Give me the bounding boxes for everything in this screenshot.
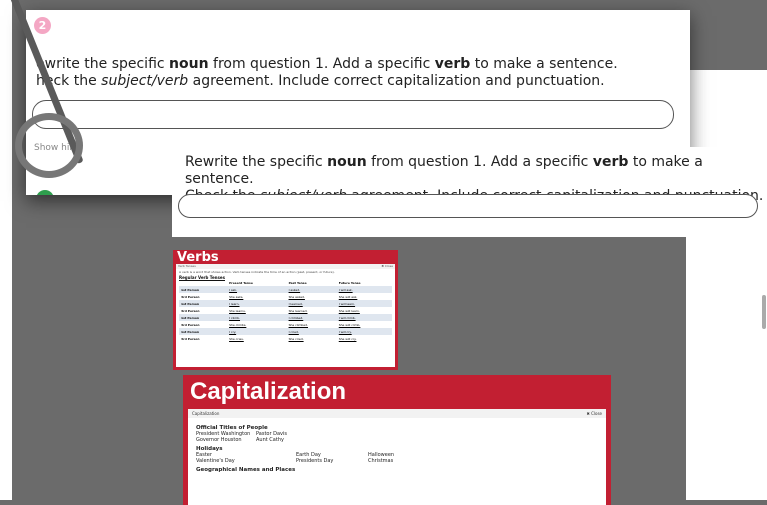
question-number-badge: 2	[34, 17, 51, 34]
question-prompt: ewrite the specific noun from question 1…	[36, 56, 618, 89]
verbs-table: Present Tense Past Tense Future Tense 1s…	[179, 280, 392, 342]
capitalization-title: Capitalization	[190, 378, 347, 405]
verbs-close-button[interactable]: ✖ Close	[381, 264, 393, 269]
answer-input[interactable]	[178, 194, 758, 218]
next-question-badge	[36, 190, 54, 195]
table-row: 1st Person I climb. I climbed. I will climb…	[179, 314, 392, 321]
capitalization-panel-label: Capitalization	[192, 411, 220, 416]
page-right-strip	[686, 70, 767, 500]
table-row: 3rd Person She learns. She learned. She wil…	[181, 308, 360, 313]
list-item: Valentine's Day Presidents Day Christmas	[196, 458, 394, 464]
annotation-circle	[15, 113, 83, 178]
table-row: 1st Person I learn. I learned. I will learn…	[179, 300, 392, 307]
table-row: 1st Person I cry. I cried. I will cry.	[179, 328, 392, 335]
verbs-title: Verbs	[177, 250, 219, 265]
section-heading: Geographical Names and Places	[196, 467, 296, 473]
page-left-strip	[0, 0, 12, 500]
question-card-front: Rewrite the specific noun from question …	[172, 147, 767, 237]
capitalization-close-button[interactable]: ✖ Close	[586, 411, 602, 416]
scrollbar-thumb[interactable]	[762, 295, 766, 329]
list-item: Governor Houston Aunt Cathy	[196, 437, 284, 443]
capitalization-reference: Capitalization Capitalization ✖ Close Off…	[183, 375, 611, 505]
table-row: 3rd Person She climbs. She climbed. She wil…	[181, 322, 361, 327]
verbs-panel: Verb Tenses ✖ Close A verb is a word that…	[176, 264, 395, 367]
table-row: 3rd Person She cries. She cried. She will c…	[181, 336, 357, 341]
answer-input[interactable]	[32, 100, 674, 129]
verbs-reference: Verbs Verb Tenses ✖ Close A verb is a wor…	[173, 250, 398, 370]
verbs-panel-label: Verb Tenses	[178, 264, 196, 268]
capitalization-panel: Capitalization ✖ Close Official Titles of…	[188, 409, 606, 505]
table-row: 3rd Person She asks. She asked. She will as…	[181, 294, 358, 299]
table-row: 1st Person I ask. I asked. I will ask.	[179, 286, 392, 293]
